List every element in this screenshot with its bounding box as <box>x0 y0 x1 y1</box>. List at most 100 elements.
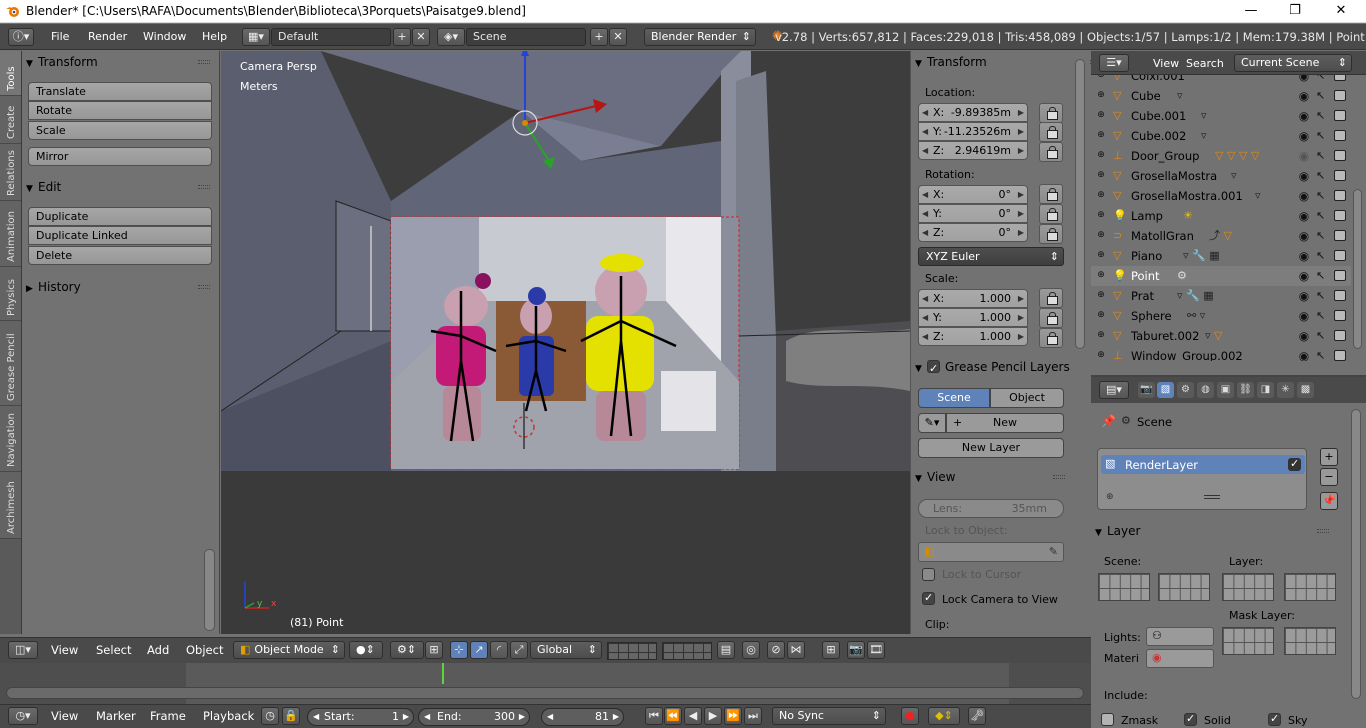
lock-scale-x-icon[interactable] <box>1039 288 1063 308</box>
close-button[interactable]: ✕ <box>1318 0 1364 23</box>
use-preview-range-icon[interactable]: ◷ <box>261 707 279 725</box>
manipulator-center-icon[interactable]: ⊞ <box>425 641 443 659</box>
add-screen-icon[interactable]: + <box>393 28 411 46</box>
timeline[interactable]: -40-200204060801001201401601802002202402… <box>0 663 1091 704</box>
texture-tab-icon[interactable]: ▩ <box>1297 382 1314 398</box>
physics-tab-icon[interactable]: ✳ <box>1277 382 1294 398</box>
outliner-row-selected[interactable]: ⊕ 💡 Point ⚙ ◉ ↖ <box>1091 266 1351 286</box>
lock-location-y-icon[interactable] <box>1039 122 1063 142</box>
toolshelf-scrollbar[interactable] <box>204 549 215 631</box>
render-engine-dropdown[interactable]: Blender Render ⇕ <box>644 28 756 46</box>
pin-icon[interactable]: 📌 <box>1101 414 1116 428</box>
menu-window[interactable]: Window <box>143 30 186 43</box>
lock-to-cursor-checkbox[interactable] <box>922 568 935 581</box>
outliner-row[interactable]: ⊕ ⊥ Window_Group.002 ◉ ↖ <box>1091 346 1351 361</box>
scale-x-field[interactable]: ◀ X: 1.000 ▶ <box>918 289 1028 308</box>
panel-grip-icon[interactable] <box>198 285 210 289</box>
remove-screen-icon[interactable]: ✕ <box>412 28 430 46</box>
rotate-manipulator-icon[interactable]: ◜ <box>490 641 508 659</box>
lock-scale-y-icon[interactable] <box>1039 308 1063 328</box>
play-icon[interactable]: ▶ <box>704 707 722 725</box>
history-panel-header[interactable]: ▶ History <box>26 277 216 297</box>
translate-button[interactable]: Translate <box>28 82 212 101</box>
add-render-layer-button[interactable]: + <box>1320 448 1338 466</box>
lock-rotation-x-icon[interactable] <box>1039 184 1063 204</box>
rotation-x-field[interactable]: ◀ X: 0° ▶ <box>918 185 1028 204</box>
view3d-menu-add[interactable]: Add <box>147 643 169 657</box>
gp-object-toggle[interactable]: Object <box>990 388 1064 408</box>
auto-keyframe-record-icon[interactable]: ● <box>901 707 919 725</box>
snap-element-icon[interactable]: ⋈ <box>787 641 805 659</box>
insert-keyframe-icon[interactable]: 🗝 <box>968 707 986 725</box>
timeline-menu-playback[interactable]: Playback <box>203 709 254 723</box>
translate-manipulator-icon[interactable]: ↗ <box>470 641 488 659</box>
scale-manipulator-icon[interactable]: ⤢ <box>510 641 528 659</box>
tab-tools[interactable]: Tools <box>0 51 21 96</box>
duplicate-linked-button[interactable]: Duplicate Linked <box>28 226 212 245</box>
scene-icon[interactable]: ◈▾ <box>437 28 465 46</box>
layer-grid-b[interactable] <box>1284 573 1336 601</box>
timeline-menu-frame[interactable]: Frame <box>150 709 186 723</box>
minimize-button[interactable]: — <box>1228 0 1274 23</box>
npanel-scrollbar[interactable] <box>1075 59 1085 349</box>
gp-pencil-icon[interactable]: ✎▾ <box>918 413 946 433</box>
render-layer-enable-checkbox[interactable] <box>1288 457 1301 471</box>
3d-viewport[interactable]: Camera Persp Meters x y (81) Point <box>221 51 910 634</box>
outliner-row[interactable]: ⊕ ▽ Coixi.001 ◉ ↖ <box>1091 75 1351 86</box>
duplicate-button[interactable]: Duplicate <box>28 207 212 226</box>
properties-scrollbar[interactable] <box>1351 409 1361 699</box>
current-frame-field[interactable]: ◀ 81 ▶ <box>541 708 624 726</box>
delete-button[interactable]: Delete <box>28 246 212 265</box>
snap-target-icon[interactable]: ⊞ <box>822 641 840 659</box>
lock-location-x-icon[interactable] <box>1039 103 1063 123</box>
lock-object-field[interactable]: ◧ ✎ <box>918 542 1064 562</box>
play-reverse-icon[interactable]: ◀ <box>684 707 702 725</box>
scene-field[interactable]: Scene <box>466 28 586 46</box>
lens-field[interactable]: Lens: 35mm <box>918 499 1064 518</box>
screen-layout-icon[interactable]: ▦▾ <box>242 28 270 46</box>
opengl-render-animation-icon[interactable]: 🎞 <box>867 641 885 659</box>
manipulator-toggle-icon[interactable]: ⊹ <box>450 641 468 659</box>
list-filter-icon[interactable]: ⊕ <box>1106 492 1114 502</box>
viewport-shading-dropdown[interactable]: ●⇕ <box>349 641 383 659</box>
timeline-menu-view[interactable]: View <box>51 709 78 723</box>
panel-grip-icon[interactable] <box>1053 475 1065 479</box>
panel-grip-icon[interactable] <box>198 185 210 189</box>
layer-panel-header[interactable]: ▼ Layer <box>1095 521 1335 541</box>
timeline-scrollbar[interactable] <box>6 687 1084 699</box>
lock-layers-icon[interactable]: ▤ <box>717 641 735 659</box>
start-frame-field[interactable]: ◀ Start: 1 ▶ <box>307 708 414 726</box>
outliner-row[interactable]: ⊕ 💡 Lamp ☀ ◉ ↖ <box>1091 206 1351 226</box>
remove-render-layer-button[interactable]: − <box>1320 468 1338 486</box>
outliner-row[interactable]: ⊕ ⊥ Door_Group ▽ ▽ ▽ ▽ ◉ ↖ <box>1091 146 1351 166</box>
location-x-field[interactable]: ◀ X: -9.89385m ▶ <box>918 103 1028 122</box>
scale-button[interactable]: Scale <box>28 121 212 140</box>
render-layers-tab-icon[interactable]: ▧ <box>1157 382 1174 398</box>
pin-layer-icon[interactable]: 📌 <box>1320 492 1338 510</box>
transform-orientation-dropdown[interactable]: Global ⇕ <box>530 641 602 659</box>
keying-set-icon[interactable]: ◆⇕ <box>928 707 960 725</box>
material-field[interactable]: ◉ <box>1146 649 1214 668</box>
jump-keyframe-back-icon[interactable]: ⏪ <box>664 707 682 725</box>
editor-type-3dview-icon[interactable]: ◫▾ <box>8 641 38 659</box>
transform-panel-header[interactable]: ▼ Transform <box>26 52 216 72</box>
lock-camera-checkbox[interactable] <box>922 591 935 605</box>
render-tab-icon[interactable]: 📷 <box>1138 382 1155 398</box>
editor-type-info-icon[interactable]: ⓘ▾ <box>8 28 34 46</box>
outliner-row[interactable]: ⊕ ⊃ MatollGran ⤴ ▽ ◉ ↖ <box>1091 226 1351 246</box>
tab-relations[interactable]: Relations <box>0 144 21 201</box>
outliner-row[interactable]: ⊕ ▽ Taburet.002 ▿ ▽ ◉ ↖ <box>1091 326 1351 346</box>
jump-start-icon[interactable]: ⏮ <box>645 707 663 725</box>
scene-layers-grid-a[interactable] <box>1098 573 1150 601</box>
gp-scene-toggle[interactable]: Scene <box>918 388 990 408</box>
edit-panel-header[interactable]: ▼ Edit <box>26 177 216 197</box>
panel-grip-icon[interactable] <box>1317 529 1329 533</box>
lock-rotation-z-icon[interactable] <box>1039 224 1063 244</box>
scene-tab-icon[interactable]: ⚙ <box>1177 382 1194 398</box>
world-tab-icon[interactable]: ◍ <box>1197 382 1214 398</box>
outliner-menu-view[interactable]: View <box>1153 57 1179 70</box>
render-layer-item[interactable]: ▧ RenderLayer <box>1101 455 1305 474</box>
jump-end-icon[interactable]: ⏭ <box>744 707 762 725</box>
view3d-menu-view[interactable]: View <box>51 643 78 657</box>
proportional-edit-icon[interactable]: ◎ <box>742 641 760 659</box>
